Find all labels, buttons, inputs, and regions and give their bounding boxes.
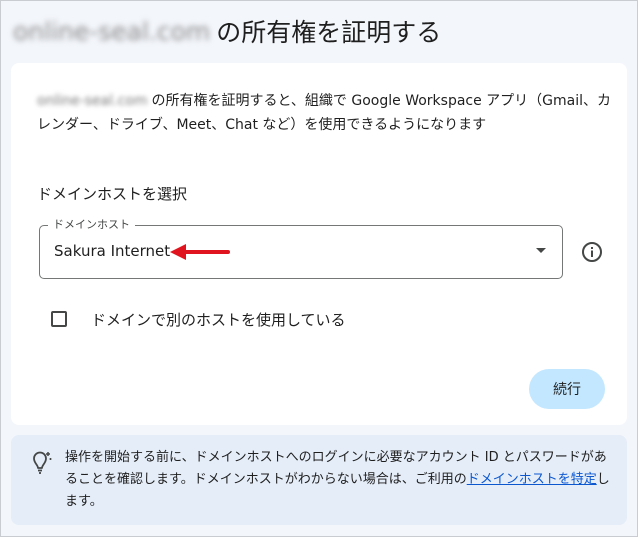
intro-description: online-seal.com の所有権を証明すると、組織で Google Wor…	[37, 89, 611, 137]
domain-host-select[interactable]: ドメインホスト Sakura Internet	[39, 218, 563, 279]
hint-text: 操作を開始する前に、ドメインホストへのログインに必要なアカウント ID とパスワ…	[65, 447, 617, 513]
chevron-down-icon	[536, 248, 546, 253]
screen-frame: online-seal.com の所有権を証明する online-seal.co…	[0, 0, 638, 537]
hint-box: 操作を開始する前に、ドメインホストへのログインに必要なアカウント ID とパスワ…	[11, 435, 627, 525]
title-domain: online-seal.com	[13, 16, 211, 46]
verify-card: online-seal.com の所有権を証明すると、組織で Google Wor…	[11, 63, 627, 425]
intro-domain: online-seal.com	[37, 93, 148, 109]
red-arrow-icon	[170, 244, 230, 260]
other-host-checkbox[interactable]	[51, 311, 67, 327]
section-label-host: ドメインホストを選択	[37, 185, 188, 203]
domain-host-select-label: ドメインホスト	[48, 218, 135, 232]
domain-host-selected-value: Sakura Internet	[54, 242, 171, 260]
identify-host-link[interactable]: ドメインホストを特定	[467, 472, 597, 487]
page-title: online-seal.com の所有権を証明する	[13, 11, 441, 51]
title-text: の所有権を証明する	[216, 18, 442, 47]
info-icon[interactable]	[581, 241, 603, 263]
other-host-label: ドメインで別のホストを使用している	[91, 310, 346, 329]
lightbulb-icon	[33, 451, 52, 474]
other-host-checkbox-row[interactable]: ドメインで別のホストを使用している	[51, 307, 346, 331]
continue-button[interactable]: 続行	[529, 369, 605, 409]
